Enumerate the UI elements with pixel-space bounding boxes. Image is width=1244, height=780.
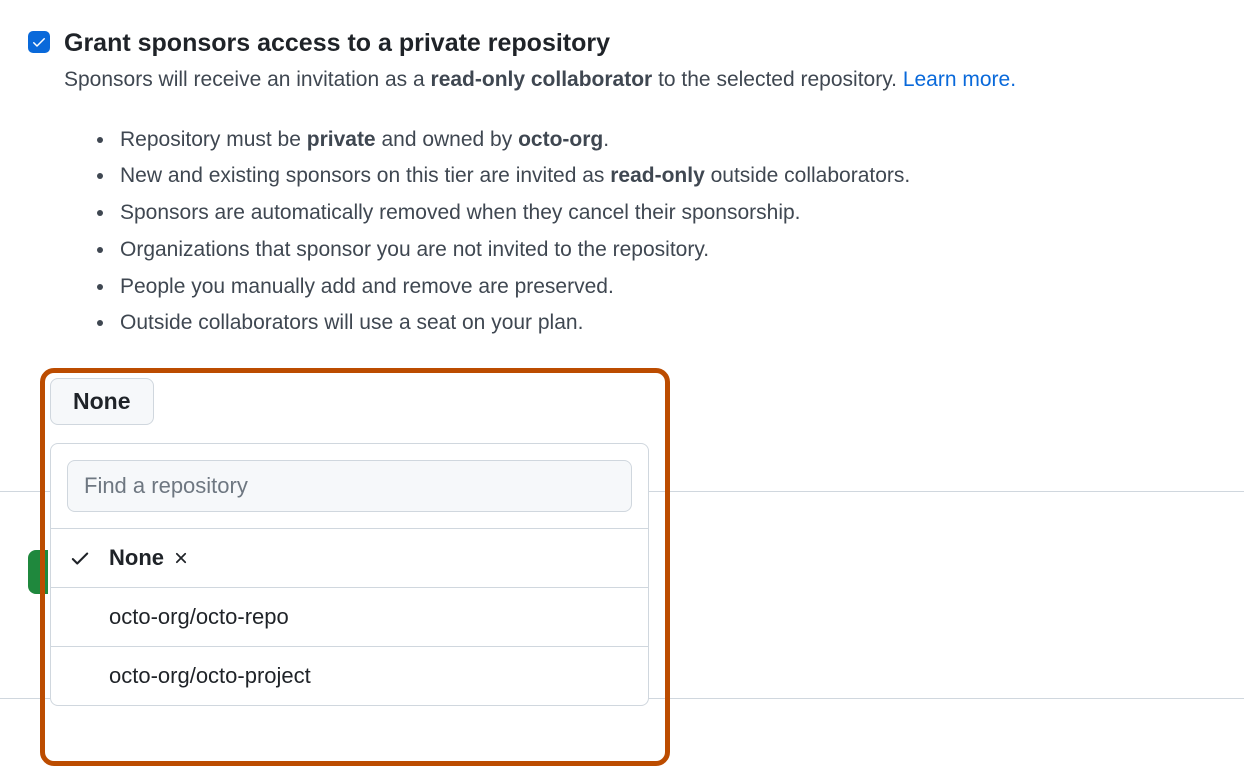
repository-selector: None None octo-org/octo-repo octo-org/oc… bbox=[50, 378, 1216, 706]
rules-list: Repository must be private and owned by … bbox=[116, 122, 1216, 343]
repository-search-input[interactable] bbox=[67, 460, 632, 512]
grant-access-checkbox[interactable] bbox=[28, 31, 50, 53]
background-badge bbox=[28, 550, 48, 594]
list-item: People you manually add and remove are p… bbox=[116, 269, 1216, 306]
list-item: New and existing sponsors on this tier a… bbox=[116, 158, 1216, 195]
description-text: Sponsors will receive an invitation as a bbox=[64, 68, 431, 91]
dropdown-item-repo[interactable]: octo-org/octo-repo bbox=[51, 588, 648, 647]
search-wrapper bbox=[51, 444, 648, 529]
description-text-post: to the selected repository. bbox=[652, 68, 903, 91]
check-icon bbox=[31, 34, 47, 50]
list-item: Outside collaborators will use a seat on… bbox=[116, 305, 1216, 342]
list-item: Organizations that sponsor you are not i… bbox=[116, 232, 1216, 269]
learn-more-link[interactable]: Learn more. bbox=[903, 68, 1016, 91]
option-title: Grant sponsors access to a private repos… bbox=[64, 28, 1216, 58]
list-item: Repository must be private and owned by … bbox=[116, 122, 1216, 159]
dropdown-item-label: octo-org/octo-repo bbox=[109, 604, 289, 630]
dropdown-item-label: octo-org/octo-project bbox=[109, 663, 311, 689]
dropdown-item-label: None bbox=[109, 545, 164, 571]
grant-access-option: Grant sponsors access to a private repos… bbox=[28, 28, 1216, 342]
dropdown-item-repo[interactable]: octo-org/octo-project bbox=[51, 647, 648, 705]
description-bold: read-only collaborator bbox=[431, 68, 653, 91]
list-item: Sponsors are automatically removed when … bbox=[116, 195, 1216, 232]
check-icon bbox=[69, 547, 109, 569]
repository-select-button[interactable]: None bbox=[50, 378, 154, 425]
dropdown-item-none[interactable]: None bbox=[51, 529, 648, 588]
option-content: Grant sponsors access to a private repos… bbox=[64, 28, 1216, 342]
repository-dropdown: None octo-org/octo-repo octo-org/octo-pr… bbox=[50, 443, 649, 706]
option-description: Sponsors will receive an invitation as a… bbox=[64, 64, 1216, 96]
close-icon[interactable] bbox=[172, 549, 190, 567]
